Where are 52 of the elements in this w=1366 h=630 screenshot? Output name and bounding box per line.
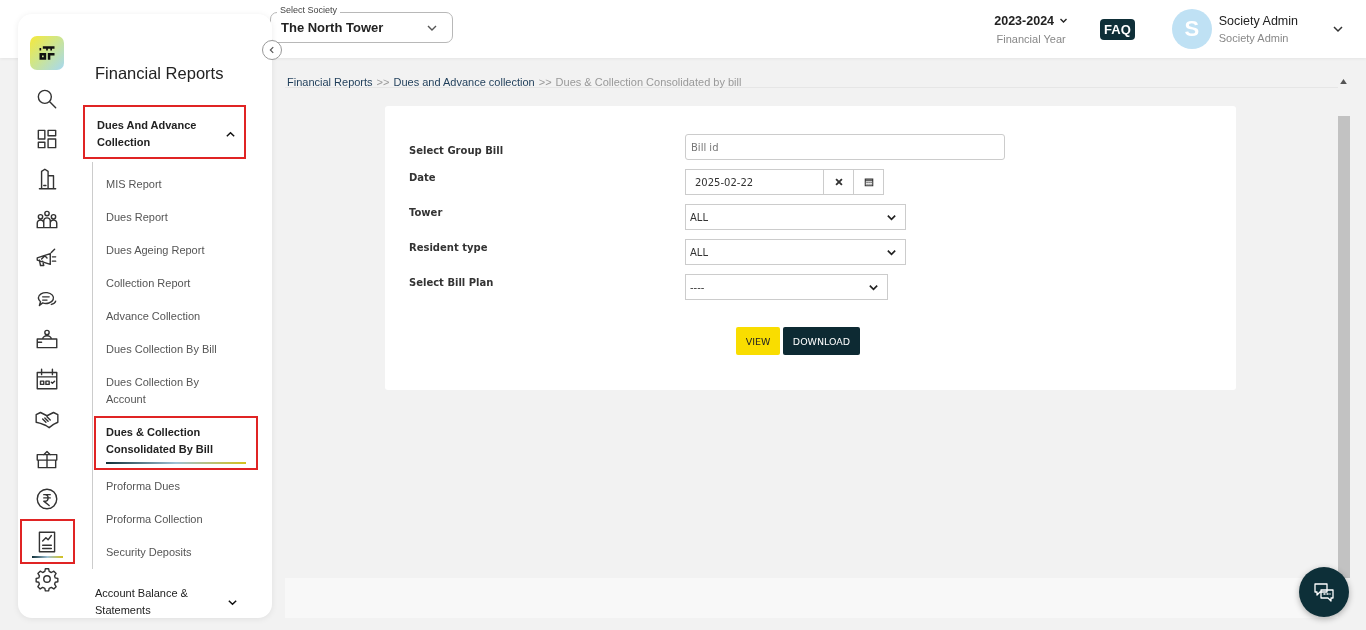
menu-item[interactable]: Dues Collection By Account [94,366,257,416]
settings-icon [34,566,60,592]
menu-item[interactable]: Dues Report [94,201,257,234]
download-button[interactable]: DOWNLOAD [783,327,860,355]
menu-item[interactable]: Proforma Dues [94,470,257,503]
financial-year-caption: Financial Year [996,32,1066,45]
field-label: Resident type [409,241,489,253]
dropdown-select[interactable]: ALL [685,239,906,265]
user-role: Society Admin [1218,32,1290,44]
breadcrumb-link[interactable]: Financial Reports [287,76,373,87]
breadcrumb-link[interactable]: Dues and Advance collection [393,76,535,87]
menu-item[interactable]: Dues Collection By Bill [94,333,257,366]
menu-item[interactable]: Collection Report [94,267,257,300]
user-name: Society Admin [1218,14,1298,28]
field-label: Select Group Bill [409,143,505,156]
field-label: Select Bill Plan [409,276,495,288]
menu-item[interactable]: Security Deposits [94,536,257,569]
breadcrumb-separator: >> [538,76,552,87]
menu-item[interactable]: Proforma Collection [94,503,257,536]
field-label: Date [409,171,437,183]
breadcrumb-current: Dues & Collection Consolidated by bill [555,76,742,87]
chevron-down-icon [1059,16,1069,25]
calendar-icon [34,366,60,392]
menu-item[interactable]: Dues Ageing Report [94,234,257,267]
app-logo [30,36,64,70]
chevron-left-icon [267,45,277,55]
active-underline [31,556,63,558]
calendar-button[interactable] [853,169,884,195]
view-button[interactable]: VIEW [736,327,780,355]
calendar-icon [863,177,874,187]
rupee-icon [34,486,60,512]
sidebar-title: Financial Reports [95,64,224,83]
dropdown-select[interactable]: ---- [685,274,888,300]
breadcrumb-separator: >> [376,76,390,87]
chevron-down-icon[interactable] [1332,23,1344,35]
date-field[interactable]: 2025-02-22 [685,169,824,195]
dropdown-select[interactable]: ALL [685,204,906,230]
chat-support-button[interactable] [1299,567,1349,617]
field-label: Tower [409,206,444,218]
bill-id-field[interactable]: Bill id [685,134,1005,160]
menu-group-header[interactable]: Account Balance & Statements [83,575,246,625]
chart-report-nav-button[interactable] [19,519,75,564]
scroll-up-icon [1340,79,1347,84]
menu-item[interactable]: MIS Report [94,168,257,201]
menu-group-header[interactable]: Dues And Advance Collection [83,105,246,159]
chat-bubbles-icon [1312,580,1336,604]
faq-button[interactable]: FAQ [1100,18,1135,40]
menu-item[interactable]: Dues & Collection Consolidated By Bill [94,416,258,470]
menu-item[interactable]: Advance Collection [94,300,257,333]
society-select-label: Select Society [277,5,341,15]
financial-year-select[interactable]: 2023-2024 [994,13,1069,28]
close-icon [833,177,844,187]
